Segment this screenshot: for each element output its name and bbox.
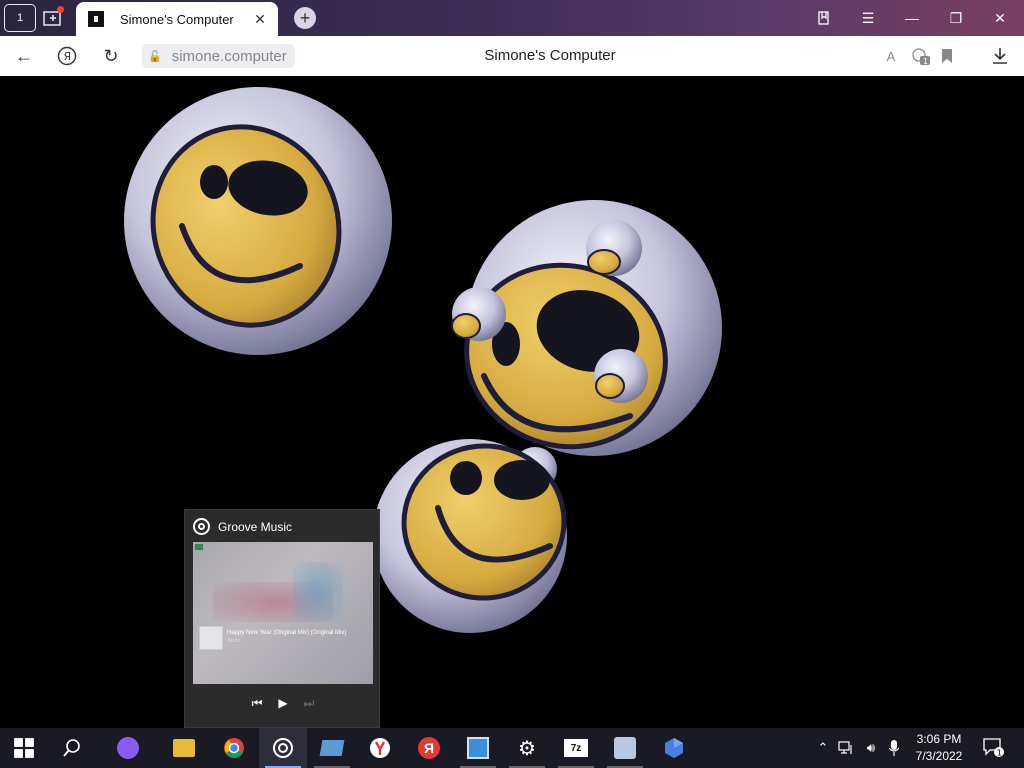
groove-music-icon: [273, 738, 293, 758]
taskbar-app-hex[interactable]: [650, 728, 698, 768]
tab-counter-button[interactable]: 1: [4, 4, 36, 32]
system-clock[interactable]: 3:06 PM 7/3/2022: [906, 731, 972, 765]
url-text: simone.computer: [171, 47, 287, 65]
page-title: Simone's Computer: [484, 47, 616, 64]
page-content[interactable]: [0, 76, 1024, 724]
bookmark-icon[interactable]: [934, 44, 960, 68]
taskbar-app-tool[interactable]: [601, 728, 649, 768]
address-bar: ← Я ↻ 🔓 simone.computer Simone's Compute…: [0, 36, 1024, 76]
taskbar-yandex-browser[interactable]: [356, 728, 404, 768]
chrome-icon: [224, 738, 244, 758]
taskbar: Я ⚙ 7z ⌃ 🔊︎ 3:06 PM 7/3/2022 1: [0, 728, 1024, 768]
app-tool-icon: [614, 737, 636, 759]
groove-playback-controls: ⏮ ▶ ⏭: [185, 696, 381, 711]
svg-text:Я: Я: [64, 50, 72, 63]
smiley-sphere: [451, 200, 722, 456]
url-field[interactable]: 🔓 simone.computer: [142, 44, 295, 68]
tab-count: 1: [16, 12, 24, 24]
tab-title: Simone's Computer: [120, 11, 234, 27]
album-art: [199, 626, 223, 650]
groove-app-name: Groove Music: [218, 519, 293, 534]
yandex-icon: Я: [418, 737, 440, 759]
show-hidden-icons-button[interactable]: ⌃: [813, 728, 833, 768]
close-window-button[interactable]: ✕: [978, 0, 1022, 36]
search-icon: [63, 739, 80, 757]
taskbar-alice[interactable]: [104, 728, 152, 768]
menu-icon[interactable]: ☰: [846, 0, 890, 36]
tab-close-icon[interactable]: ✕: [250, 11, 270, 28]
restore-button[interactable]: ❐: [934, 0, 978, 36]
alice-icon: [117, 737, 139, 759]
groove-music-icon: [193, 518, 210, 535]
start-button[interactable]: [0, 728, 48, 768]
groove-preview-header: Groove Music: [193, 518, 292, 535]
taskbar-chrome[interactable]: [210, 728, 258, 768]
folder-icon: [173, 739, 195, 757]
new-tab-folder-icon[interactable]: [38, 4, 68, 32]
browser-tab-bar: 1 Simone's Computer ✕ + ☰ — ❐ ✕: [0, 0, 1024, 36]
next-track-icon: ⏭: [303, 696, 315, 710]
clock-time: 3:06 PM: [916, 732, 962, 746]
extensions-icon[interactable]: 1: [908, 44, 934, 68]
taskbar-groove-music[interactable]: [259, 728, 307, 768]
yandex-browser-icon: [370, 738, 390, 758]
thumbnail-green-tag: [195, 544, 203, 550]
control-panel-icon: [467, 737, 489, 759]
taskbar-file-explorer[interactable]: [160, 728, 208, 768]
windows-icon: [14, 738, 34, 758]
search-button[interactable]: [48, 728, 96, 768]
translate-icon[interactable]: A: [878, 44, 904, 68]
app-window-icon: [319, 740, 345, 756]
volume-icon[interactable]: 🔊︎: [860, 728, 882, 768]
thumbnail-blur: [293, 562, 343, 622]
hexagon-app-icon: [665, 738, 683, 758]
previous-track-icon[interactable]: ⏮: [252, 696, 263, 711]
new-tab-button[interactable]: +: [294, 7, 316, 29]
site-favicon: [88, 11, 104, 27]
lock-icon[interactable]: 🔓: [148, 50, 162, 63]
groove-music-preview[interactable]: Groove Music Happy New Year (Original Mi…: [184, 509, 380, 728]
action-center-button[interactable]: 1: [980, 728, 1008, 768]
smiley-sphere: [373, 439, 567, 633]
back-arrow-icon[interactable]: ←: [11, 44, 37, 68]
active-tab[interactable]: Simone's Computer ✕: [76, 2, 278, 36]
extensions-badge: 1: [923, 57, 928, 66]
yandex-logo-icon[interactable]: Я: [54, 44, 80, 68]
gear-icon: ⚙: [518, 737, 536, 760]
notification-badge: 1: [997, 749, 1002, 758]
translate-label: A: [886, 48, 896, 64]
notification-dot: [57, 6, 64, 13]
now-playing-title: Happy New Year (Original Mix) (Original …: [227, 630, 347, 636]
taskbar-yandex[interactable]: Я: [405, 728, 453, 768]
now-playing-artist: Tesco: [227, 638, 241, 644]
taskbar-app-window[interactable]: [308, 728, 356, 768]
download-icon[interactable]: [987, 44, 1013, 68]
7zip-icon: 7z: [564, 739, 588, 757]
reload-icon[interactable]: ↻: [98, 44, 124, 68]
play-icon[interactable]: ▶: [278, 696, 287, 711]
bookmarks-panel-icon[interactable]: [802, 0, 846, 36]
smiley-sphere: [124, 87, 392, 355]
taskbar-settings[interactable]: ⚙: [503, 728, 551, 768]
microphone-icon[interactable]: [884, 728, 904, 768]
groove-window-thumbnail[interactable]: Happy New Year (Original Mix) (Original …: [193, 542, 373, 684]
minimize-button[interactable]: —: [890, 0, 934, 36]
taskbar-control-panel[interactable]: [454, 728, 502, 768]
taskbar-7zip[interactable]: 7z: [552, 728, 600, 768]
network-icon[interactable]: [836, 728, 856, 768]
clock-date: 7/3/2022: [915, 749, 963, 763]
